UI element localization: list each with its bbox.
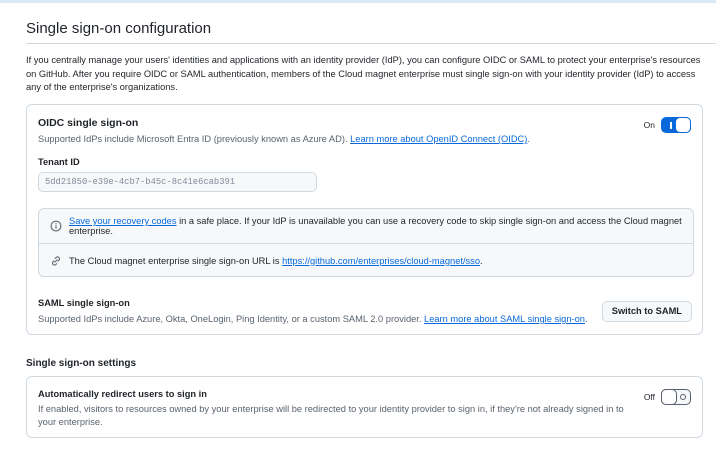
- tenant-id-label: Tenant ID: [38, 157, 80, 167]
- sso-settings-box: Automatically redirect users to sign in …: [26, 376, 703, 438]
- toggle-on-indicator: [670, 122, 672, 129]
- toggle-knob: [675, 117, 691, 133]
- sso-url-prefix: The Cloud magnet enterprise single sign-…: [69, 255, 283, 266]
- sso-config-box: OIDC single sign-on Supported IdPs inclu…: [26, 104, 703, 335]
- oidc-description: Supported IdPs include Microsoft Entra I…: [38, 134, 530, 144]
- saml-title: SAML single sign-on: [38, 298, 130, 308]
- sso-settings-title: Single sign-on settings: [26, 358, 137, 369]
- oidc-learn-more-link[interactable]: Learn more about OpenID Connect (OIDC): [350, 134, 527, 144]
- oidc-toggle-switch[interactable]: [661, 117, 691, 133]
- intro-text: If you centrally manage your users' iden…: [26, 55, 701, 92]
- auto-redirect-toggle-switch[interactable]: [661, 389, 691, 405]
- top-border: [0, 0, 716, 3]
- auto-redirect-description: If enabled, visitors to resources owned …: [38, 404, 624, 427]
- sso-url-notice: The Cloud magnet enterprise single sign-…: [39, 243, 693, 277]
- oidc-toggle-label: On: [643, 120, 655, 130]
- sso-notice-box: Save your recovery codes in a safe place…: [38, 208, 694, 277]
- oidc-desc-text: Supported IdPs include Microsoft Entra I…: [38, 134, 351, 144]
- oidc-desc-end: .: [527, 134, 530, 144]
- info-icon: [50, 220, 62, 232]
- page-title: Single sign-on configuration: [26, 20, 212, 37]
- oidc-toggle-group: On: [644, 117, 691, 133]
- tenant-id-field: 5dd21850-e39e-4cb7-b45c-8c41e6cab391: [38, 172, 317, 192]
- toggle-off-indicator: [680, 394, 686, 400]
- link-icon: [50, 255, 62, 267]
- sso-url-link[interactable]: https://github.com/enterprises/cloud-mag…: [282, 256, 480, 266]
- toggle-knob: [661, 389, 677, 405]
- sso-url-suffix: .: [480, 255, 483, 266]
- oidc-title: OIDC single sign-on: [38, 117, 139, 129]
- auto-redirect-toggle-group: Off: [644, 389, 691, 405]
- auto-redirect-title: Automatically redirect users to sign in: [38, 389, 207, 399]
- saml-desc-end: .: [584, 314, 588, 324]
- recovery-codes-notice: Save your recovery codes in a safe place…: [39, 209, 693, 243]
- auto-redirect-toggle-label: Off: [643, 392, 655, 402]
- saml-desc-text: Supported IdPs include Azure, Okta, OneL…: [38, 314, 425, 324]
- saml-description: Supported IdPs include Azure, Okta, OneL…: [38, 314, 588, 324]
- saml-learn-more-link[interactable]: Learn more about SAML single sign-on: [424, 314, 585, 324]
- save-recovery-codes-link[interactable]: Save your recovery codes: [69, 216, 176, 226]
- title-divider: [26, 43, 716, 44]
- switch-to-saml-button[interactable]: Switch to SAML: [601, 301, 692, 322]
